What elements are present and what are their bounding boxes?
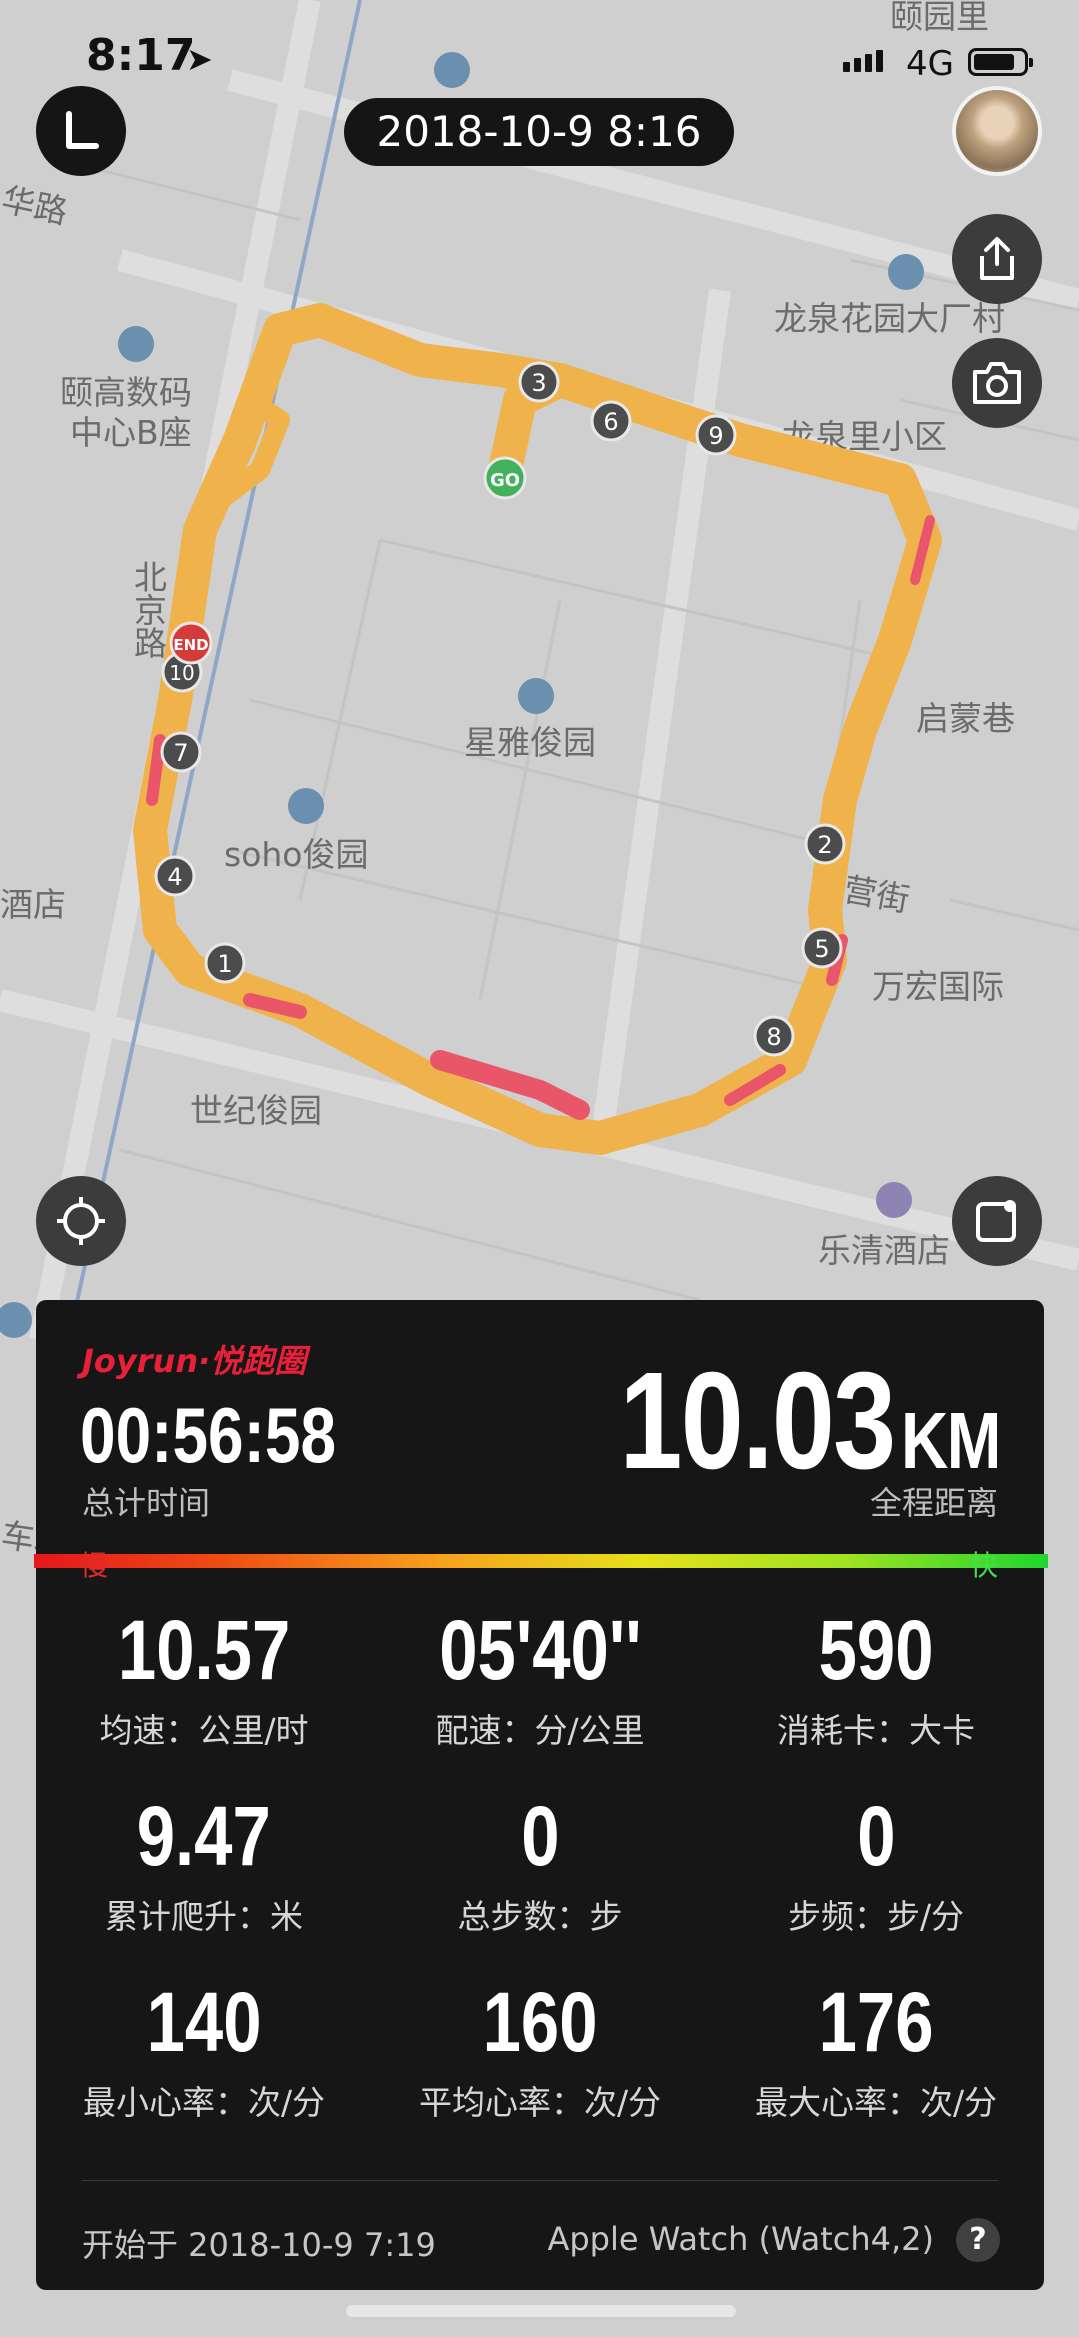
locate-button[interactable]	[36, 1176, 126, 1266]
stat-avg-heart-rate: 160 平均心率：次/分	[372, 1972, 708, 2124]
signal-icon	[843, 50, 887, 72]
stat-value: 05'40''	[438, 1603, 642, 1697]
camera-button[interactable]	[952, 338, 1042, 428]
back-button[interactable]	[36, 86, 126, 176]
stat-label: 步频：步/分	[787, 1897, 965, 1936]
svg-text:10: 10	[169, 661, 194, 685]
stat-cadence: 0 步频：步/分	[708, 1786, 1044, 1938]
svg-text:END: END	[173, 636, 208, 654]
route-marker-layer: 1 2 3 4 5 6 7 8 9 10 GO END	[154, 361, 846, 1057]
route-marker-4: 4	[154, 855, 196, 897]
start-time: 开始于 2018-10-9 7:19	[82, 2226, 436, 2264]
divider	[82, 2180, 998, 2181]
battery-icon	[968, 48, 1033, 76]
route-marker-2: 2	[804, 823, 846, 865]
stat-avg-speed: 10.57 均速：公里/时	[36, 1600, 372, 1752]
route-marker-9: 9	[695, 414, 737, 456]
svg-text:4: 4	[167, 863, 182, 891]
map-style-icon	[976, 1200, 1016, 1242]
back-icon	[66, 111, 99, 149]
route-marker-5: 5	[801, 927, 843, 969]
route-start-marker: GO	[483, 456, 527, 500]
device-name: Apple Watch (Watch4,2)	[547, 2220, 934, 2258]
stat-value: 590	[818, 1603, 934, 1697]
route-marker-7: 7	[160, 731, 202, 773]
stat-pace: 05'40'' 配速：分/公里	[372, 1600, 708, 1752]
stat-label: 最小心率：次/分	[82, 2083, 326, 2122]
svg-text:7: 7	[173, 739, 188, 767]
stat-steps: 0 总步数：步	[372, 1786, 708, 1938]
svg-text:1: 1	[217, 950, 232, 978]
stat-value: 9.47	[136, 1789, 272, 1883]
svg-text:GO: GO	[490, 470, 520, 491]
run-date: 2018-10-9 8:16	[344, 98, 734, 166]
stat-label: 均速：公里/时	[99, 1711, 309, 1750]
run-summary-panel: Joyrun·悦跑圈 00:56:58 总计时间 10.03KM 全程距离 慢 …	[34, 1300, 1048, 2290]
stat-elevation: 9.47 累计爬升：米	[36, 1786, 372, 1938]
distance-value: 10.03	[619, 1344, 897, 1498]
brand-logo: Joyrun·悦跑圈	[82, 1342, 307, 1380]
svg-text:2: 2	[817, 831, 832, 859]
crosshair-icon	[57, 1197, 105, 1245]
total-time-label: 总计时间	[82, 1484, 211, 1522]
map-style-button[interactable]	[952, 1176, 1042, 1266]
route-marker-1: 1	[204, 942, 246, 984]
svg-text:8: 8	[766, 1023, 781, 1051]
stat-label: 消耗卡：大卡	[777, 1711, 975, 1750]
distance-label: 全程距离	[869, 1484, 998, 1522]
route-marker-8: 8	[753, 1015, 795, 1057]
fast-label: 快	[969, 1549, 998, 1582]
home-indicator	[346, 2305, 736, 2317]
stat-label: 最大心率：次/分	[754, 2083, 998, 2122]
slow-label: 慢	[80, 1549, 109, 1582]
stat-label: 累计爬升：米	[105, 1897, 303, 1936]
route-end-marker: END	[169, 621, 213, 665]
stat-max-heart-rate: 176 最大心率：次/分	[708, 1972, 1044, 2124]
route-marker-6: 6	[590, 400, 632, 442]
svg-text:5: 5	[814, 935, 829, 963]
route-marker-3: 3	[518, 361, 560, 403]
status-time: 8:17	[86, 30, 196, 81]
stat-value: 10.57	[117, 1603, 291, 1697]
stat-label: 平均心率：次/分	[418, 2083, 662, 2122]
stat-value: 0	[856, 1789, 896, 1883]
stat-value: 176	[818, 1975, 934, 2069]
stat-value: 160	[482, 1975, 598, 2069]
stat-value: 140	[146, 1975, 262, 2069]
camera-icon	[973, 362, 1021, 404]
share-icon	[980, 237, 1014, 280]
svg-text:9: 9	[708, 422, 723, 450]
stat-value: 0	[520, 1789, 560, 1883]
svg-text:6: 6	[603, 408, 618, 436]
help-button[interactable]: ?	[956, 2218, 1000, 2262]
stat-label: 配速：分/公里	[435, 1711, 645, 1750]
location-arrow-icon: ➤	[186, 40, 213, 78]
stat-label: 总步数：步	[457, 1897, 623, 1936]
avatar[interactable]	[952, 86, 1042, 176]
total-time: 00:56:58	[80, 1391, 337, 1479]
svg-text:3: 3	[531, 369, 546, 397]
share-button[interactable]	[952, 214, 1042, 304]
network-type: 4G	[906, 44, 954, 84]
distance-unit: KM	[901, 1396, 1001, 1485]
stat-calories: 590 消耗卡：大卡	[708, 1600, 1044, 1752]
stat-min-heart-rate: 140 最小心率：次/分	[36, 1972, 372, 2124]
pace-color-bar	[34, 1554, 1048, 1568]
